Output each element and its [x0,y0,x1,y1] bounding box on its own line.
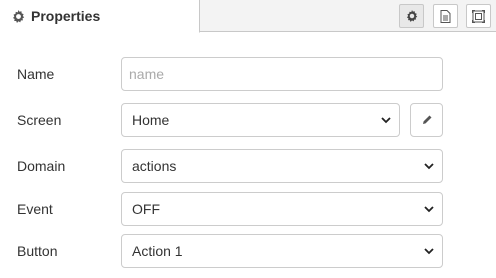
name-label: Name [17,66,55,82]
gear-icon [406,10,417,22]
pencil-icon [422,115,431,124]
tab-label: Properties [31,8,101,24]
domain-value: actions [132,158,177,174]
event-select[interactable]: OFF [121,192,443,226]
description-button[interactable] [433,4,458,28]
domain-select[interactable]: actions [121,149,443,183]
screen-value: Home [132,112,170,128]
settings-button[interactable] [399,4,424,28]
chevron-down-icon [381,117,391,124]
chevron-down-icon [424,163,434,170]
chevron-down-icon [424,248,434,255]
properties-form: Name Screen Home Domain actions Event OF… [0,32,496,278]
button-value: Action 1 [132,243,183,259]
appearance-button[interactable] [466,4,491,28]
gear-icon [12,9,25,23]
chevron-down-icon [424,206,434,213]
event-row: Event OFF [0,192,496,226]
screen-row: Screen Home [0,103,496,137]
name-row: Name [0,57,496,91]
event-value: OFF [132,201,160,217]
domain-label: Domain [17,158,66,174]
frame-icon [472,9,485,23]
edit-screen-button[interactable] [410,103,443,137]
properties-header: Properties [0,0,496,33]
event-label: Event [17,201,53,217]
document-icon [440,9,451,23]
button-label: Button [17,243,58,259]
domain-row: Domain actions [0,149,496,183]
screen-label: Screen [17,112,62,128]
tab-properties[interactable]: Properties [0,0,200,33]
screen-select[interactable]: Home [121,103,400,137]
button-select[interactable]: Action 1 [121,234,443,268]
button-row: Button Action 1 [0,234,496,268]
name-input[interactable] [121,57,443,91]
